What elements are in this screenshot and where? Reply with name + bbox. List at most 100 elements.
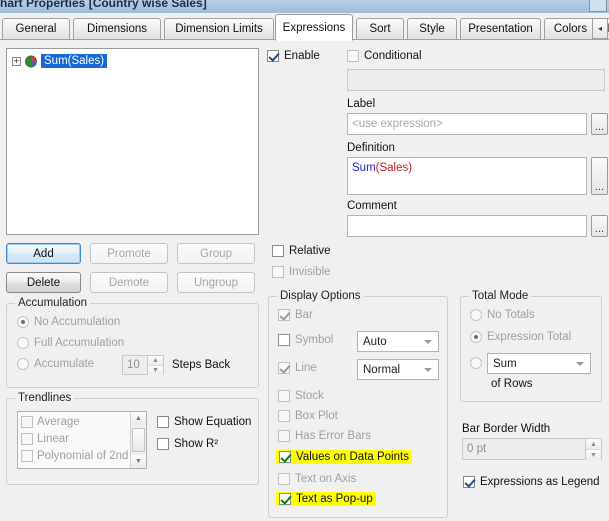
- aggregation-combobox[interactable]: Sum: [487, 353, 591, 374]
- bar-border-down-icon: ▼: [586, 450, 601, 460]
- radio-full-accumulation: Full Accumulation: [17, 337, 124, 349]
- demote-button: Demote: [90, 272, 168, 293]
- symbol-row[interactable]: Symbol: [278, 334, 333, 346]
- trendline-polynomial2-checkbox[interactable]: [21, 450, 33, 462]
- accumulation-group: Accumulation No Accumulation Full Accumu…: [6, 297, 259, 388]
- text-as-popup-checkbox[interactable]: [279, 493, 291, 505]
- tab-general[interactable]: General: [2, 18, 70, 39]
- trendline-average-label: Average: [37, 416, 80, 428]
- definition-input[interactable]: Sum (Sales): [347, 157, 587, 195]
- radio-aggregation: [470, 357, 482, 369]
- radio-full-accumulation-icon: [17, 337, 29, 349]
- tree-item-sum-sales[interactable]: + Sum(Sales): [12, 54, 108, 68]
- radio-full-accumulation-label: Full Accumulation: [34, 337, 125, 349]
- conditional-checkbox[interactable]: [347, 50, 359, 62]
- show-r2-checkbox[interactable]: [157, 438, 169, 450]
- conditional-label: Conditional: [364, 50, 422, 62]
- tree-item-label[interactable]: Sum(Sales): [41, 54, 108, 68]
- show-equation-row[interactable]: Show Equation: [157, 416, 251, 428]
- bar-border-width-title: Bar Border Width: [462, 423, 551, 435]
- trendline-polynomial2-label: Polynomial of 2nd d: [37, 450, 139, 462]
- symbol-label: Symbol: [295, 334, 334, 346]
- tab-dimensions[interactable]: Dimensions: [73, 18, 161, 39]
- expand-plus-icon[interactable]: +: [12, 56, 21, 66]
- values-on-data-points-checkbox[interactable]: [279, 451, 291, 463]
- scroll-down-icon[interactable]: ▼: [131, 455, 146, 468]
- steps-back-spinner: ▲ ▼: [147, 356, 163, 375]
- line-combobox[interactable]: Normal: [357, 359, 439, 380]
- line-checkbox: [278, 362, 290, 374]
- window-control-icon[interactable]: [589, 0, 607, 12]
- group-button: Group: [177, 243, 255, 264]
- comment-ellipsis-button[interactable]: ...: [591, 215, 608, 237]
- total-mode-group-title: Total Mode: [469, 290, 532, 302]
- bar-border-up-icon: ▲: [586, 439, 601, 450]
- trendline-item-average[interactable]: Average: [21, 416, 80, 428]
- chevron-down-icon: [424, 340, 432, 344]
- tab-expressions[interactable]: Expressions: [275, 14, 353, 41]
- enable-checkbox[interactable]: [267, 50, 279, 62]
- chevron-down-icon: [424, 368, 432, 372]
- trendlines-listbox[interactable]: Average Linear Polynomial of 2nd d ▲ ▼: [17, 411, 147, 469]
- show-r2-row[interactable]: Show R²: [157, 438, 218, 450]
- expressions-as-legend-label: Expressions as Legend: [480, 476, 600, 488]
- relative-checkbox[interactable]: [272, 245, 284, 257]
- radio-no-accumulation-icon: [17, 316, 29, 328]
- conditional-input: [347, 69, 605, 91]
- add-button[interactable]: Add: [6, 243, 81, 264]
- delete-button[interactable]: Delete: [6, 272, 81, 293]
- line-label: Line: [295, 362, 317, 374]
- steps-back-up-icon: ▲: [148, 356, 163, 366]
- window-title-bar: hart Properties [Country wise Sales]: [0, 0, 609, 13]
- bar-checkbox: [278, 309, 290, 321]
- stock-checkbox: [278, 390, 290, 402]
- scrollbar-thumb[interactable]: [132, 428, 145, 452]
- of-rows-label: of Rows: [491, 378, 533, 390]
- show-equation-checkbox[interactable]: [157, 416, 169, 428]
- bar-border-width-spinner: ▲ ▼: [585, 439, 601, 460]
- bar-label: Bar: [295, 309, 313, 321]
- chart-properties-dialog: hart Properties [Country wise Sales] Gen…: [0, 0, 609, 521]
- conditional-row[interactable]: Conditional: [347, 50, 422, 62]
- display-options-group-title: Display Options: [277, 290, 364, 302]
- radio-no-accumulation: No Accumulation: [17, 316, 120, 328]
- relative-row[interactable]: Relative: [272, 245, 331, 257]
- steps-back-down-icon: ▼: [148, 366, 163, 375]
- box-plot-checkbox: [278, 410, 290, 422]
- tab-scroll-left-icon[interactable]: ◂: [592, 18, 608, 39]
- definition-field-title: Definition: [347, 142, 395, 154]
- text-on-axis-label: Text on Axis: [295, 473, 357, 485]
- scroll-up-icon[interactable]: ▲: [131, 412, 146, 425]
- expression-tree[interactable]: + Sum(Sales): [6, 48, 259, 235]
- accumulation-group-title: Accumulation: [15, 297, 91, 309]
- radio-expression-total-icon: [470, 331, 482, 343]
- trendlines-scrollbar[interactable]: ▲ ▼: [130, 412, 146, 468]
- symbol-checkbox[interactable]: [278, 334, 290, 346]
- values-on-data-points-row[interactable]: Values on Data Points: [276, 450, 412, 464]
- tab-style[interactable]: Style: [407, 18, 457, 39]
- expressions-as-legend-row[interactable]: Expressions as Legend: [463, 476, 600, 488]
- radio-aggregation-icon: [470, 357, 482, 369]
- trendline-linear-checkbox[interactable]: [21, 433, 33, 445]
- comment-input[interactable]: [347, 215, 587, 237]
- trendline-average-checkbox[interactable]: [21, 416, 33, 428]
- trendline-item-polynomial2[interactable]: Polynomial of 2nd d: [21, 450, 138, 462]
- tab-colors[interactable]: Colors: [544, 18, 597, 39]
- tab-dimension-limits[interactable]: Dimension Limits: [164, 18, 274, 39]
- label-ellipsis-button[interactable]: ...: [591, 113, 608, 135]
- trendline-item-linear[interactable]: Linear: [21, 433, 69, 445]
- values-on-data-points-label: Values on Data Points: [296, 451, 409, 463]
- definition-argument-token: (Sales): [375, 162, 413, 174]
- tab-presentation[interactable]: Presentation: [460, 18, 541, 39]
- expressions-as-legend-checkbox[interactable]: [463, 476, 475, 488]
- has-error-bars-checkbox: [278, 430, 290, 442]
- symbol-combobox[interactable]: Auto: [357, 331, 439, 352]
- tab-sort[interactable]: Sort: [356, 18, 404, 39]
- enable-row[interactable]: Enable: [267, 50, 320, 62]
- enable-label: Enable: [284, 50, 320, 62]
- definition-ellipsis-button[interactable]: ...: [591, 157, 608, 195]
- text-as-popup-row[interactable]: Text as Pop-up: [276, 492, 376, 506]
- steps-back-value: 10: [127, 359, 140, 371]
- label-input[interactable]: <use expression>: [347, 113, 587, 135]
- steps-back-input: 10 ▲ ▼: [122, 355, 164, 375]
